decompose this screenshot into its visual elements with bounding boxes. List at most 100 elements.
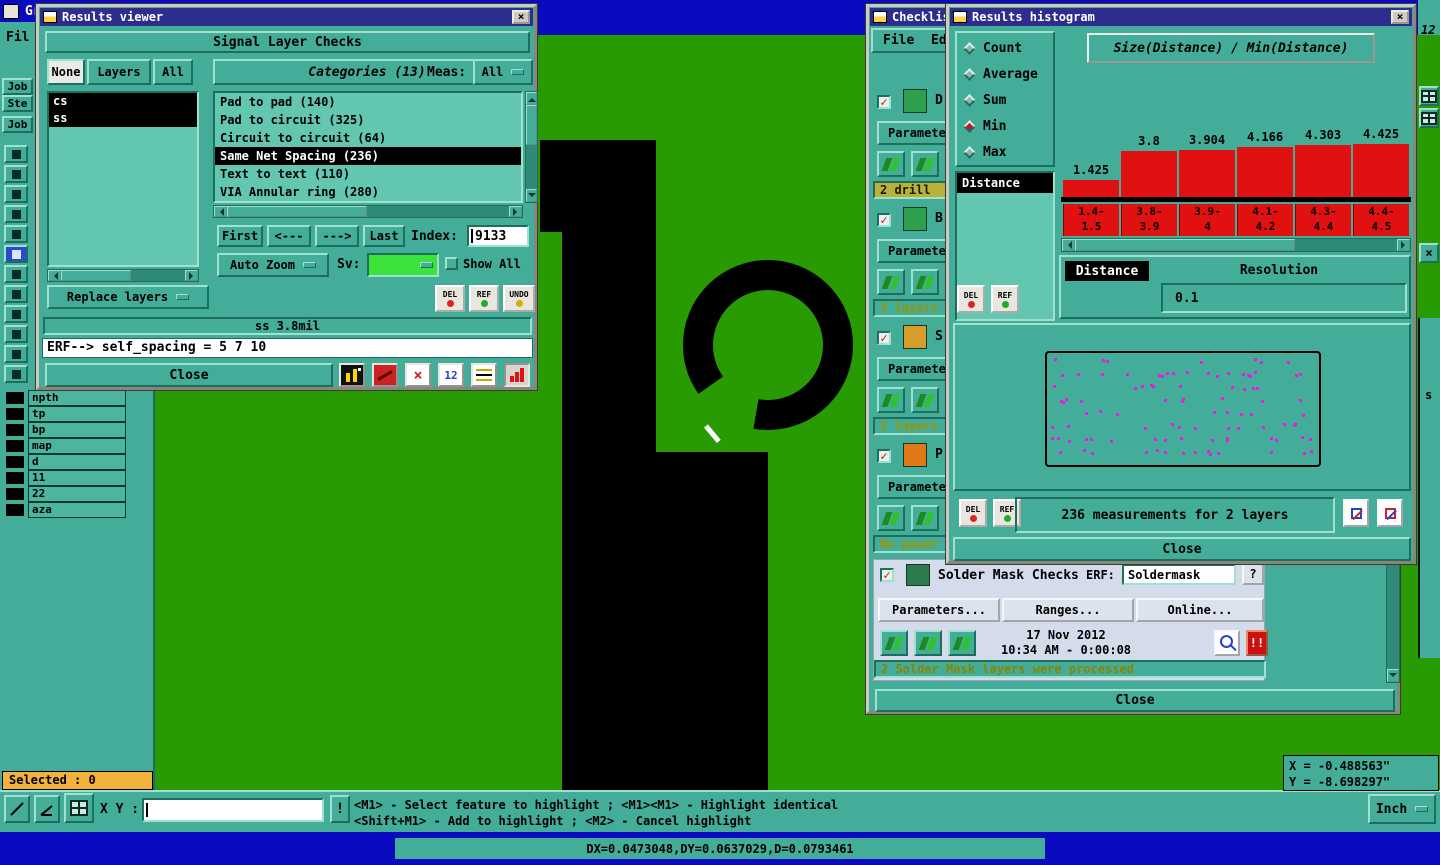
scroll-left-button[interactable] (48, 270, 61, 281)
stat-option-count[interactable]: Count (959, 35, 1053, 61)
item-checkbox[interactable]: ✓ (877, 95, 891, 109)
toolbar-button[interactable] (4, 365, 28, 383)
report-text-icon-button[interactable] (471, 363, 497, 387)
layer-row[interactable]: d (4, 454, 126, 470)
scroll-down-button[interactable] (1387, 669, 1399, 682)
pcb-shape[interactable] (562, 140, 656, 790)
soldermask-ranges-button[interactable]: Ranges... (1002, 598, 1134, 622)
menu-file[interactable]: File (883, 33, 914, 48)
next-button[interactable]: ---> (315, 225, 359, 247)
results-viewer-close-button[interactable]: Close (45, 363, 333, 387)
zoom-selected-button[interactable] (1343, 499, 1369, 527)
scroll-left-button[interactable] (214, 206, 227, 217)
stat-option-sum[interactable]: Sum (959, 87, 1053, 113)
resolution-value-box[interactable]: 0.1 (1161, 283, 1407, 313)
prev-button[interactable]: <--- (267, 225, 311, 247)
reference-button[interactable]: REF (469, 285, 499, 312)
close-icon[interactable]: × (1391, 10, 1409, 24)
undo-button[interactable]: UNDO (503, 285, 535, 312)
filter-none-button[interactable]: None (47, 59, 85, 85)
index-icon-button[interactable]: 12 (438, 363, 464, 387)
item-checkbox[interactable]: ✓ (877, 331, 891, 345)
soldermask-online-button[interactable]: Online... (1136, 598, 1264, 622)
index-input[interactable]: 9133 (467, 225, 529, 247)
histogram-titlebar[interactable]: Results histogram × (950, 8, 1412, 26)
layer-row[interactable]: aza (4, 502, 126, 518)
right-close-button[interactable]: × (1419, 243, 1439, 263)
scrollbar-track[interactable] (526, 145, 537, 189)
units-dropdown[interactable]: Inch (1368, 794, 1436, 824)
layer-row[interactable]: 11 (4, 470, 126, 486)
reference-measure-button[interactable]: REF (991, 285, 1019, 313)
scroll-right-button[interactable] (185, 270, 198, 281)
measure-item-distance[interactable]: Distance (957, 173, 1053, 193)
measurement-scatter-plot[interactable] (1045, 351, 1321, 467)
toolbar-button[interactable] (4, 265, 28, 283)
toolbar-button[interactable] (4, 205, 28, 223)
toolbar-button[interactable] (4, 345, 28, 363)
run-check-button[interactable] (877, 387, 905, 413)
severity-color-dropdown[interactable] (367, 253, 439, 277)
scroll-left-button[interactable] (1062, 239, 1075, 251)
item-checkbox[interactable]: ✓ (877, 449, 891, 463)
filter-all-button[interactable]: All (153, 59, 193, 85)
histogram-close-button[interactable]: Close (953, 537, 1411, 561)
toolbar-button[interactable] (4, 285, 28, 303)
zoom-results-button[interactable] (1214, 630, 1240, 656)
netlist-icon-button[interactable] (372, 363, 398, 387)
layer-row[interactable]: 22 (4, 486, 126, 502)
select-mode-button[interactable] (4, 795, 30, 823)
file-menu-fragment[interactable]: Fil (6, 30, 29, 45)
scrollbar-thumb[interactable] (526, 105, 537, 145)
run-check-button[interactable] (911, 151, 939, 177)
run-check-button[interactable] (911, 269, 939, 295)
replace-layers-dropdown[interactable]: Replace layers (47, 285, 209, 309)
categories-vscrollbar[interactable] (525, 91, 538, 203)
show-all-checkbox[interactable] (445, 257, 458, 270)
right-grid-button-1[interactable] (1419, 86, 1439, 106)
stat-option-max[interactable]: Max (959, 139, 1053, 165)
run-check-button[interactable] (911, 387, 939, 413)
first-button[interactable]: First (217, 225, 263, 247)
results-viewer-titlebar[interactable]: Results viewer × (40, 8, 533, 26)
help-button[interactable]: ? (1242, 563, 1264, 585)
run-check-button[interactable] (914, 630, 942, 656)
toolbar-button[interactable] (4, 225, 28, 243)
layer-list-scrollbar[interactable] (47, 269, 199, 282)
scrollbar-track[interactable] (1295, 239, 1397, 251)
alert-button[interactable]: !! (1246, 630, 1268, 656)
toolbar-button[interactable] (4, 145, 28, 163)
last-button[interactable]: Last (363, 225, 405, 247)
category-item[interactable]: VIA Annular ring (280) (215, 183, 521, 201)
scrollbar-track[interactable] (367, 206, 509, 217)
category-item[interactable]: Text to text (110) (215, 165, 521, 183)
item-checkbox[interactable]: ✓ (877, 213, 891, 227)
layer-row[interactable]: tp (4, 406, 126, 422)
scroll-up-button[interactable] (526, 92, 537, 105)
run-check-button[interactable] (880, 630, 908, 656)
results-layer-item[interactable]: cs (49, 93, 197, 110)
filter-layers-button[interactable]: Layers (87, 59, 151, 85)
toolbar-button[interactable] (4, 305, 28, 323)
histogram-icon-button[interactable] (504, 363, 530, 387)
sidebar-button-ste[interactable]: Ste (2, 95, 33, 112)
category-item[interactable]: Pad to pad (140) (215, 93, 521, 111)
measure-mode-button[interactable] (34, 795, 60, 823)
layer-row[interactable]: npth (4, 390, 126, 406)
soldermask-checkbox[interactable]: ✓ (880, 568, 894, 582)
delete-measure-button[interactable]: DEL (957, 285, 985, 313)
stat-option-min[interactable]: Min (959, 113, 1053, 139)
stat-option-average[interactable]: Average (959, 61, 1053, 87)
run-check-button[interactable] (877, 269, 905, 295)
scrollbar-thumb[interactable] (61, 270, 131, 281)
toolbar-button[interactable] (4, 185, 28, 203)
toolbar-button[interactable] (4, 245, 28, 263)
grid-toggle-button[interactable] (64, 793, 94, 823)
checklist-close-button[interactable]: Close (875, 689, 1395, 712)
pcb-shape[interactable] (656, 452, 768, 790)
chart-scrollbar[interactable] (1061, 238, 1411, 252)
scrollbar-track[interactable] (131, 270, 185, 281)
scrollbar-thumb[interactable] (1075, 239, 1295, 251)
run-check-button[interactable] (911, 505, 939, 531)
alert-button[interactable]: ! (330, 795, 350, 823)
